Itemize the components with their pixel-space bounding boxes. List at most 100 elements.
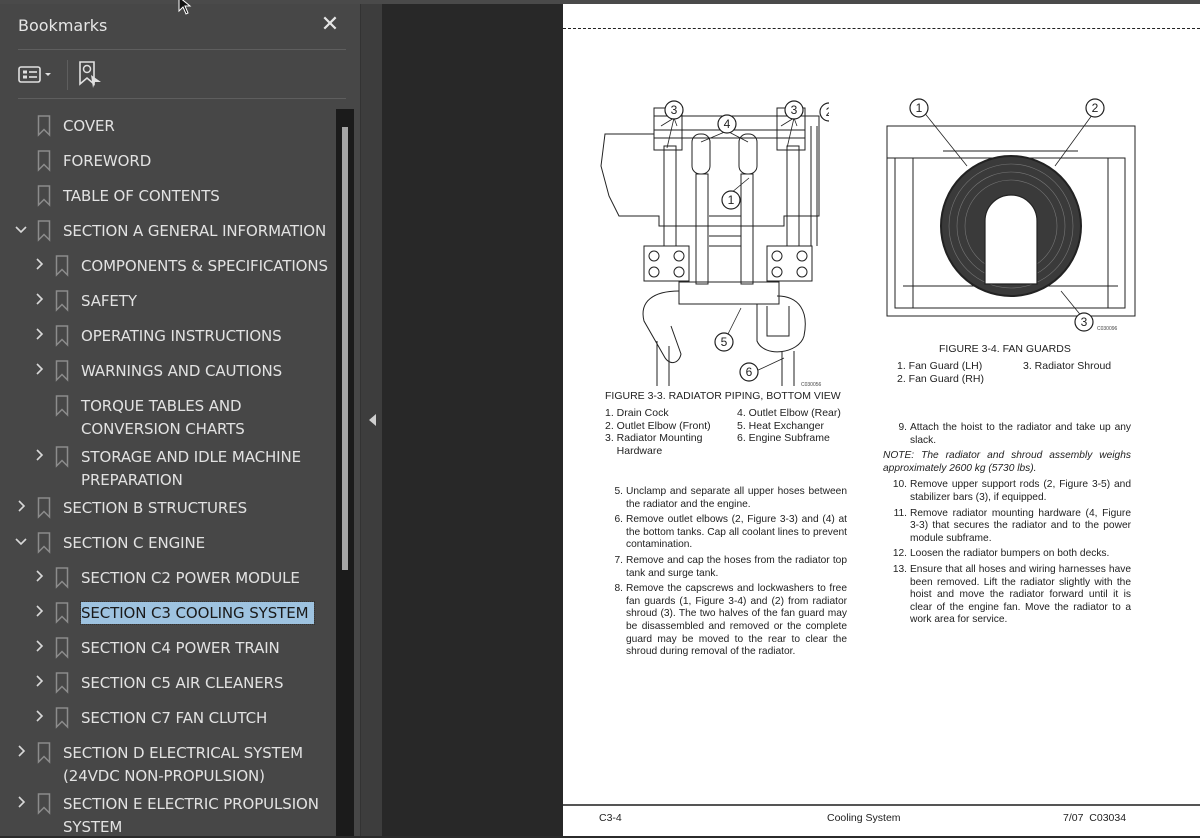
weight-note: NOTE: The radiator and shroud assembly w… — [883, 450, 1131, 474]
bookmark-item[interactable]: SECTION A GENERAL INFORMATION — [0, 212, 336, 247]
bookmark-icon — [55, 255, 69, 277]
chevron-right-icon[interactable] — [32, 447, 46, 463]
bookmark-icon — [37, 150, 51, 172]
bookmark-item[interactable]: SECTION C3 COOLING SYSTEM — [0, 594, 336, 629]
bookmark-label: OPERATING INSTRUCTIONS — [81, 327, 282, 345]
bookmark-item[interactable]: STORAGE AND IDLE MACHINE PREPARATION — [0, 438, 336, 489]
find-current-bookmark-button[interactable] — [78, 60, 104, 90]
bookmark-label-line2: CONVERSION CHARTS — [81, 420, 245, 438]
bookmark-icon — [55, 672, 69, 694]
bookmark-icon — [37, 185, 51, 207]
bookmark-icon — [55, 360, 69, 382]
chevron-right-icon[interactable] — [14, 794, 28, 810]
bookmark-options-button[interactable] — [18, 64, 58, 86]
bookmark-item[interactable]: WARNINGS AND CAUTIONS — [0, 352, 336, 387]
figure-code: C030096 — [1097, 326, 1118, 332]
step-text: Remove the capscrews and lockwashers to … — [626, 583, 847, 658]
legend-item: 2. Fan Guard (RH) — [897, 372, 984, 385]
callout-4: 4 — [724, 117, 731, 131]
bookmark-item[interactable]: OPERATING INSTRUCTIONS — [0, 317, 336, 352]
options-list-icon — [18, 66, 51, 83]
bookmark-label: STORAGE AND IDLE MACHINE — [81, 448, 301, 466]
bookmark-item[interactable]: SECTION C2 POWER MODULE — [0, 559, 336, 594]
bookmark-icon — [55, 446, 69, 468]
bookmark-label: FOREWORD — [63, 152, 152, 170]
procedure-step: 10. Remove upper support rods (2, Figure … — [883, 479, 1131, 504]
chevron-right-icon[interactable] — [32, 291, 46, 307]
bookmark-label: SECTION D ELECTRICAL SYSTEM — [63, 744, 303, 762]
footer-page-number: C3-4 — [599, 812, 622, 824]
footer-rule — [563, 804, 1200, 806]
step-number: 6. — [614, 514, 624, 526]
chevron-right-icon[interactable] — [32, 638, 46, 654]
step-number: 12. — [892, 548, 907, 560]
bookmark-item[interactable]: TORQUE TABLES AND CONVERSION CHARTS — [0, 387, 336, 438]
figure-3-3-legend-right: 4. Outlet Elbow (Rear) 5. Heat Exchanger 6… — [737, 407, 841, 445]
collapse-panel-arrow-icon[interactable] — [369, 414, 376, 426]
pdf-page: 3 3 2 4 1 5 6 C030056 FIGURE 3-3. RADIAT… — [563, 4, 1200, 836]
bookmarks-panel: Bookmarks ✕ COVER FOREWORD TABLE OF CONTEN… — [0, 4, 360, 836]
bookmark-label: SECTION B STRUCTURES — [63, 499, 248, 517]
chevron-right-icon[interactable] — [32, 673, 46, 689]
step-text: Remove upper support rods (2, Figure 3-5… — [910, 479, 1131, 503]
page-top-dashed-line — [563, 28, 1200, 29]
bookmark-item[interactable]: COMPONENTS & SPECIFICATIONS — [0, 247, 336, 282]
panel-splitter[interactable] — [360, 4, 383, 836]
bookmark-item[interactable]: SECTION B STRUCTURES — [0, 489, 336, 524]
bookmark-item[interactable]: SECTION C5 AIR CLEANERS — [0, 664, 336, 699]
chevron-right-icon[interactable] — [32, 568, 46, 584]
callout-2: 2 — [1092, 101, 1099, 115]
callout-5: 5 — [721, 335, 728, 349]
chevron-down-icon[interactable] — [14, 221, 28, 237]
chevron-right-icon[interactable] — [32, 256, 46, 272]
chevron-down-icon[interactable] — [14, 533, 28, 549]
step-text: Loosen the radiator bumpers on both deck… — [910, 548, 1110, 560]
bookmark-label: SAFETY — [81, 292, 137, 310]
callout-6: 6 — [746, 365, 753, 379]
chevron-right-icon[interactable] — [32, 708, 46, 724]
scrollbar-thumb[interactable] — [342, 127, 348, 570]
step-text: Attach the hoist to the radiator and tak… — [910, 422, 1131, 446]
bookmark-icon — [55, 707, 69, 729]
chevron-right-icon[interactable] — [14, 498, 28, 514]
procedure-step: 5. Unclamp and separate all upper hoses b… — [607, 486, 848, 511]
bookmark-item[interactable]: COVER — [0, 107, 336, 142]
procedure-step: 7. Remove and cap the hoses from the radi… — [607, 555, 848, 580]
step-text: Remove outlet elbows (2, Figure 3-3) and… — [626, 514, 847, 551]
close-icon[interactable]: ✕ — [318, 12, 342, 36]
figure-3-3-legend-left: 1. Drain Cock 2. Outlet Elbow (Front) 3. R… — [605, 407, 711, 457]
figure-3-3-radiator-piping-drawing: 3 3 2 4 1 5 6 — [600, 100, 829, 386]
chevron-right-icon[interactable] — [32, 603, 46, 619]
legend-item: Hardware — [605, 444, 663, 457]
procedure-step: 12. Loosen the radiator bumpers on both d… — [883, 548, 1131, 561]
chevron-right-icon[interactable] — [14, 743, 28, 759]
bookmark-item[interactable]: SECTION C4 POWER TRAIN — [0, 629, 336, 664]
procedure-step: 11. Remove radiator mounting hardware (4,… — [883, 508, 1131, 546]
bookmark-icon — [55, 602, 69, 624]
procedure-steps-left: 5. Unclamp and separate all upper hoses b… — [607, 486, 848, 662]
step-text: Remove radiator mounting hardware (4, Fi… — [910, 507, 1131, 544]
chevron-right-icon[interactable] — [32, 326, 46, 342]
procedure-step: 13. Ensure that all hoses and wiring harn… — [883, 564, 1131, 627]
chevron-right-icon[interactable] — [32, 361, 46, 377]
callout-3: 3 — [671, 103, 678, 117]
figure-3-4-fan-guards-drawing: 1 2 3 — [886, 98, 1136, 332]
bookmarks-scrollbar[interactable] — [336, 109, 354, 836]
bookmark-label: SECTION C2 POWER MODULE — [81, 569, 300, 587]
procedure-step: 9. Attach the hoist to the radiator and … — [883, 422, 1132, 447]
bookmark-item[interactable]: SECTION C7 FAN CLUTCH — [0, 699, 336, 734]
bookmark-label: SECTION C7 FAN CLUTCH — [81, 709, 268, 727]
bookmark-label-line2: PREPARATION — [81, 471, 183, 489]
divider — [18, 98, 346, 99]
bookmark-icon — [55, 325, 69, 347]
toolbar-separator — [67, 60, 68, 90]
bookmark-item[interactable]: SECTION D ELECTRICAL SYSTEM (24VDC NON-PR… — [0, 734, 336, 785]
bookmark-item[interactable]: TABLE OF CONTENTS — [0, 177, 336, 212]
bookmark-item[interactable]: SECTION E ELECTRIC PROPULSION SYSTEM — [0, 785, 336, 836]
bookmark-icon — [55, 637, 69, 659]
bookmark-item[interactable]: SAFETY — [0, 282, 336, 317]
procedure-step: 8. Remove the capscrews and lockwashers t… — [607, 583, 848, 659]
bookmark-item[interactable]: SECTION C ENGINE — [0, 524, 336, 559]
bookmark-item[interactable]: FOREWORD — [0, 142, 336, 177]
bookmark-label: SECTION C3 COOLING SYSTEM — [79, 601, 316, 625]
